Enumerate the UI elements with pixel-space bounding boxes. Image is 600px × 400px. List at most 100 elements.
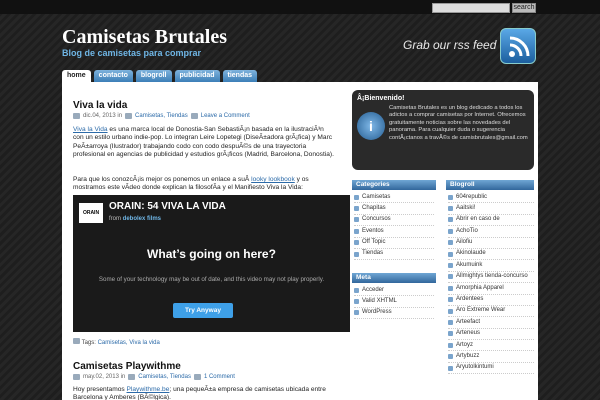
post-title[interactable]: Camisetas Playwithme — [73, 361, 181, 372]
calendar-icon — [73, 113, 80, 119]
blogroll-item[interactable]: 604republic — [448, 192, 534, 204]
blogroll-item[interactable]: Ardentees — [448, 295, 534, 306]
meta-heading: Meta — [352, 273, 436, 283]
tab-home[interactable]: home — [62, 70, 91, 82]
blogroll-label: Artybuzz — [456, 352, 480, 359]
bullet-icon — [354, 194, 359, 200]
tab-contacto[interactable]: contacto — [93, 70, 133, 82]
category-label: Chapitas — [362, 204, 386, 211]
bullet-icon — [354, 310, 359, 316]
lookbook-link[interactable]: looky lookbook — [251, 176, 295, 183]
blogroll-item[interactable]: Akumuink — [448, 260, 534, 272]
blogroll-label: 604republic — [456, 193, 488, 200]
meta-label: Acceder — [362, 286, 385, 293]
post-tags: Tags: Camisetas, Viva la vida — [73, 338, 160, 346]
try-anyway-button[interactable]: Try Anyway — [173, 303, 233, 318]
video-message: Some of your technology may be out of da… — [98, 276, 325, 283]
comment-icon — [190, 113, 198, 119]
blogroll-list: 604republic Aaitski! Abrir en caso de Ac… — [448, 192, 534, 375]
category-label: Concursos — [362, 216, 391, 223]
category-item[interactable]: Camisetas — [354, 192, 434, 204]
post-date: dic.04, 2013 in — [83, 113, 123, 119]
blogroll-item[interactable]: Allmightys tienda-concurso — [448, 272, 534, 284]
bullet-icon — [448, 194, 453, 200]
blogroll-item[interactable]: Aaitski! — [448, 203, 534, 215]
tab-blogroll[interactable]: blogroll — [135, 70, 172, 82]
bullet-icon — [448, 297, 453, 303]
site-tagline: Blog de camisetas para comprar — [62, 48, 202, 58]
tab-tiendas[interactable]: tiendas — [222, 70, 258, 82]
viva-la-vida-link[interactable]: Viva la Vida — [73, 126, 108, 133]
blogroll-label: Amorphia Apparel — [456, 284, 504, 291]
search-button[interactable]: search — [512, 3, 536, 13]
meta-label: WordPress — [362, 309, 392, 316]
post-text: es una marca local de Donostia-San Sebas… — [73, 126, 334, 159]
rss-feed-text[interactable]: Grab our rss feed — [403, 38, 496, 52]
post-comment-link[interactable]: Leave a Comment — [201, 113, 250, 119]
video-title[interactable]: ORAIN: 54 VIVA LA VIDA — [109, 201, 226, 212]
post-paragraph: Hoy presentamos Playwithme.be; una peque… — [73, 386, 335, 400]
video-heading: What’s going on here? — [147, 247, 276, 261]
post-categories[interactable]: Camisetas, Tiendas — [138, 374, 191, 380]
meta-item[interactable]: WordPress — [354, 308, 434, 320]
post-text: Para que los conozcÃ¡is mejor os ponemos… — [73, 176, 252, 183]
bullet-icon — [354, 287, 359, 293]
category-item[interactable]: Chapitas — [354, 203, 434, 215]
post-text: Hoy presentamos — [73, 386, 127, 393]
bullet-icon — [354, 217, 359, 223]
meta-label: Valid XHTML — [362, 297, 397, 304]
blogroll-label: Ailofiu — [456, 239, 473, 246]
tags-links[interactable]: Camisetas, Viva la vida — [98, 340, 160, 346]
blogroll-label: Akumuink — [456, 261, 483, 268]
tab-publicidad[interactable]: publicidad — [174, 70, 220, 82]
category-item[interactable]: Tiendas — [354, 249, 434, 261]
video-author[interactable]: debolex films — [123, 216, 161, 222]
blogroll-label: Akinolaude — [456, 250, 486, 257]
rss-icon[interactable] — [500, 28, 536, 64]
video-embed[interactable]: ORAIN ORAIN: 54 VIVA LA VIDA from debole… — [73, 195, 350, 332]
blogroll-item[interactable]: Arteneus — [448, 329, 534, 341]
category-item[interactable]: Off Topic — [354, 238, 434, 249]
blogroll-item[interactable]: Ailofiu — [448, 238, 534, 249]
site-title[interactable]: Camisetas Brutales — [62, 26, 227, 49]
meta-item[interactable]: Acceder — [354, 285, 434, 297]
blogroll-item[interactable]: Abrir en caso de — [448, 215, 534, 227]
bullet-icon — [448, 308, 453, 314]
blogroll-item[interactable]: Arteefact — [448, 317, 534, 329]
bullet-icon — [448, 251, 453, 257]
category-item[interactable]: Concursos — [354, 215, 434, 227]
blogroll-item[interactable]: Aryutolkintumi — [448, 363, 534, 375]
bullet-icon — [448, 342, 453, 348]
bullet-icon — [354, 299, 359, 305]
post-categories[interactable]: Camisetas, Tiendas — [135, 113, 188, 119]
post-title[interactable]: Viva la vida — [73, 100, 127, 111]
blogroll-label: Aryutolkintumi — [456, 364, 494, 371]
folder-icon — [128, 374, 136, 380]
category-label: Off Topic — [362, 239, 386, 246]
bullet-icon — [448, 274, 453, 280]
playwithme-link[interactable]: Playwithme.be — [127, 386, 170, 393]
blogroll-item[interactable]: Amorphia Apparel — [448, 283, 534, 295]
blogroll-item[interactable]: Artoyz — [448, 340, 534, 352]
welcome-box: Â¡Bienvenido! i Camisetas Brutales es un… — [352, 90, 534, 170]
blogroll-item[interactable]: Aro Extreme Wear — [448, 306, 534, 318]
blogroll-item[interactable]: Artybuzz — [448, 351, 534, 363]
search-input[interactable] — [432, 3, 510, 13]
bullet-icon — [448, 331, 453, 337]
main-nav: home contacto blogroll publicidad tienda… — [62, 70, 258, 82]
meta-item[interactable]: Valid XHTML — [354, 296, 434, 308]
post-comment-link[interactable]: 1 Comment — [204, 374, 235, 380]
blogroll-item[interactable]: AchoTio — [448, 226, 534, 238]
blogroll-label: Arteneus — [456, 330, 481, 337]
category-label: Camisetas — [362, 193, 391, 200]
calendar-icon — [73, 374, 80, 380]
video-from-prefix: from — [109, 216, 121, 222]
bullet-icon — [448, 228, 453, 234]
category-item[interactable]: Eventos — [354, 226, 434, 238]
blogroll-label: Abrir en caso de — [456, 216, 500, 223]
blogroll-label: AchoTio — [456, 227, 478, 234]
post-meta: dic.04, 2013 in Camisetas, Tiendas Leave… — [73, 113, 250, 119]
blogroll-item[interactable]: Akinolaude — [448, 249, 534, 261]
blogroll-label: Ardentees — [456, 296, 484, 303]
video-channel-logo: ORAIN — [79, 203, 103, 223]
